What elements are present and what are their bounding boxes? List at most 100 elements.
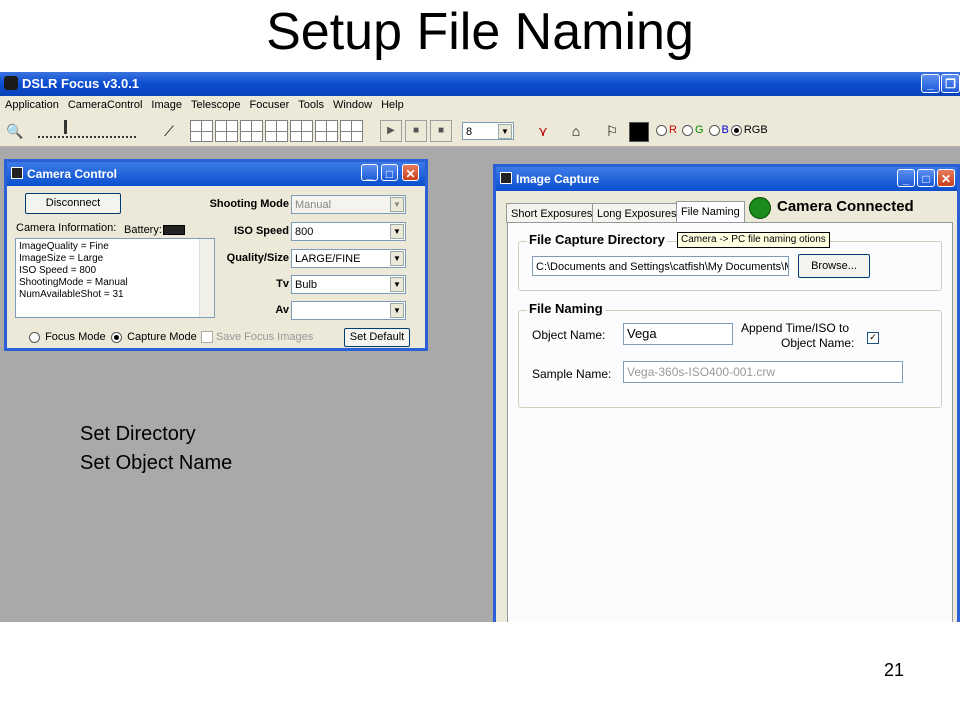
menu-telescope[interactable]: Telescope [186, 96, 245, 111]
chevron-down-icon[interactable]: ▼ [390, 277, 404, 292]
shooting-mode-label: Shooting Mode [209, 198, 289, 210]
iso-speed-value: 800 [295, 226, 314, 238]
focus-mode-option[interactable]: Focus Mode [29, 331, 106, 343]
menu-application[interactable]: Application [0, 96, 63, 111]
chevron-down-icon[interactable]: ▼ [390, 197, 404, 212]
slider-thumb[interactable] [64, 120, 67, 134]
directory-group: File Capture Directory C:\Documents and … [518, 232, 942, 291]
capture-mode-label: Capture Mode [127, 331, 197, 343]
camera-control-title: Camera Control [27, 167, 118, 181]
disconnect-button[interactable]: Disconnect [25, 193, 121, 214]
object-name-label: Object Name: [532, 328, 606, 342]
tv-select[interactable]: Bulb ▼ [291, 275, 406, 294]
stop-icon[interactable]: ■ [405, 120, 427, 142]
chart-icon[interactable]: ⟋ [158, 120, 180, 142]
iso-speed-select[interactable]: 800 ▼ [291, 222, 406, 241]
annotation-set-object-name: Set Object Name [80, 452, 233, 474]
menu-help[interactable]: Help [376, 96, 408, 111]
menu-focuser[interactable]: Focuser [245, 96, 294, 111]
append-label-1: Append Time/ISO to [741, 321, 850, 335]
radio-r[interactable] [656, 124, 667, 136]
pause-icon[interactable]: ■ [430, 120, 452, 142]
app-title: DSLR Focus v3.0.1 [22, 76, 140, 91]
capture-mode-option[interactable]: Capture Mode [111, 331, 197, 343]
zoom-slider[interactable] [38, 124, 136, 138]
runner-icon[interactable]: ⚐ [601, 120, 623, 142]
camera-control-window: Camera Control _ □ ✕ Disconnect Camera I… [4, 159, 428, 351]
menu-window[interactable]: Window [328, 96, 376, 111]
grid-2-icon[interactable] [215, 120, 238, 142]
channel-r-label: R [669, 124, 677, 136]
directory-field[interactable]: C:\Documents and Settings\catfish\My Doc… [532, 256, 789, 276]
av-label: Av [275, 304, 289, 316]
chevron-down-icon[interactable]: ▼ [498, 124, 512, 139]
info-line: ISO Speed = 800 [19, 265, 97, 276]
menu-cameracontrol[interactable]: CameraControl [63, 96, 147, 111]
maximize-icon[interactable]: □ [381, 164, 398, 181]
quality-size-select[interactable]: LARGE/FINE ▼ [291, 249, 406, 268]
zoom-icon[interactable]: 🔍 [4, 120, 26, 142]
image-capture-window: Image Capture _ □ ✕ Short Exposures Long… [493, 164, 960, 622]
menu-tools[interactable]: Tools [293, 96, 328, 111]
house-icon[interactable]: ⌂ [565, 120, 587, 142]
minimize-icon[interactable]: _ [921, 74, 940, 93]
av-select[interactable]: ▼ [291, 301, 406, 320]
append-label-2: Object Name: [781, 336, 855, 350]
file-naming-group-title: File Naming [527, 301, 605, 316]
chevron-down-icon[interactable]: ▼ [390, 303, 404, 318]
radio-rgb[interactable] [730, 124, 742, 136]
restore-icon[interactable]: ❐ [941, 74, 960, 93]
object-name-field[interactable]: Vega [623, 323, 733, 345]
grid-4-icon[interactable] [265, 120, 288, 142]
chevron-down-icon[interactable]: ▼ [390, 224, 404, 239]
tab-short-exposures[interactable]: Short Exposures [506, 203, 598, 223]
channel-g-label: G [694, 124, 704, 136]
menu-image[interactable]: Image [146, 96, 186, 111]
radio-g[interactable] [681, 124, 693, 136]
quality-size-value: LARGE/FINE [295, 253, 361, 265]
battery-icon [163, 225, 185, 235]
window-icon [11, 167, 23, 179]
camera-info-box[interactable]: ImageQuality = Fine ImageSize = Large IS… [15, 238, 215, 318]
quality-size-label: Quality/Size [226, 252, 289, 264]
camera-control-titlebar: Camera Control _ □ ✕ [7, 162, 425, 186]
play-icon[interactable]: ▶ [380, 120, 402, 142]
focus-icon[interactable]: ⋎ [532, 120, 554, 142]
save-focus-checkbox[interactable] [201, 331, 213, 344]
iso-speed-label: ISO Speed [233, 225, 289, 237]
app-window: DSLR Focus v3.0.1 _ ❐ Application CameraC… [0, 72, 960, 622]
radio-focus-mode[interactable] [29, 331, 40, 343]
grid-1-icon[interactable] [190, 120, 213, 142]
save-focus-label: Save Focus Images [216, 331, 314, 343]
app-icon [4, 76, 18, 90]
tab-file-naming[interactable]: File Naming [676, 201, 745, 224]
maximize-icon[interactable]: □ [917, 169, 935, 187]
tab-strip: Short Exposures Long Exposures File Nami… [506, 201, 746, 224]
sample-name-field: Vega-360s-ISO400-001.crw [623, 361, 903, 383]
save-focus-option[interactable]: Save Focus Images [201, 331, 314, 344]
shooting-mode-value: Manual [295, 199, 332, 211]
minimize-icon[interactable]: _ [361, 164, 378, 181]
radio-b[interactable] [708, 124, 720, 136]
shooting-mode-select[interactable]: Manual ▼ [291, 195, 406, 214]
radio-capture-mode[interactable] [111, 331, 122, 343]
exposure-value: 8 [466, 126, 473, 138]
image-capture-titlebar: Image Capture _ □ ✕ [496, 167, 957, 191]
tab-long-exposures[interactable]: Long Exposures [592, 203, 682, 223]
grid-3-icon[interactable] [240, 120, 263, 142]
append-checkbox[interactable]: ✓ [867, 332, 879, 344]
grid-7-icon[interactable] [340, 120, 363, 142]
browse-button[interactable]: Browse... [798, 254, 870, 278]
close-icon[interactable]: ✕ [937, 169, 955, 187]
set-default-button[interactable]: Set Default [344, 328, 410, 347]
focus-mode-label: Focus Mode [45, 331, 106, 343]
minimize-icon[interactable]: _ [897, 169, 915, 187]
close-icon[interactable]: ✕ [402, 164, 419, 181]
exposure-select[interactable]: 8 ▼ [462, 122, 514, 140]
info-line: ImageSize = Large [19, 253, 104, 264]
camera-info-label: Camera Information: [16, 222, 117, 234]
grid-5-icon[interactable] [290, 120, 313, 142]
grid-6-icon[interactable] [315, 120, 338, 142]
black-square-icon[interactable] [629, 122, 649, 142]
chevron-down-icon[interactable]: ▼ [390, 251, 404, 266]
